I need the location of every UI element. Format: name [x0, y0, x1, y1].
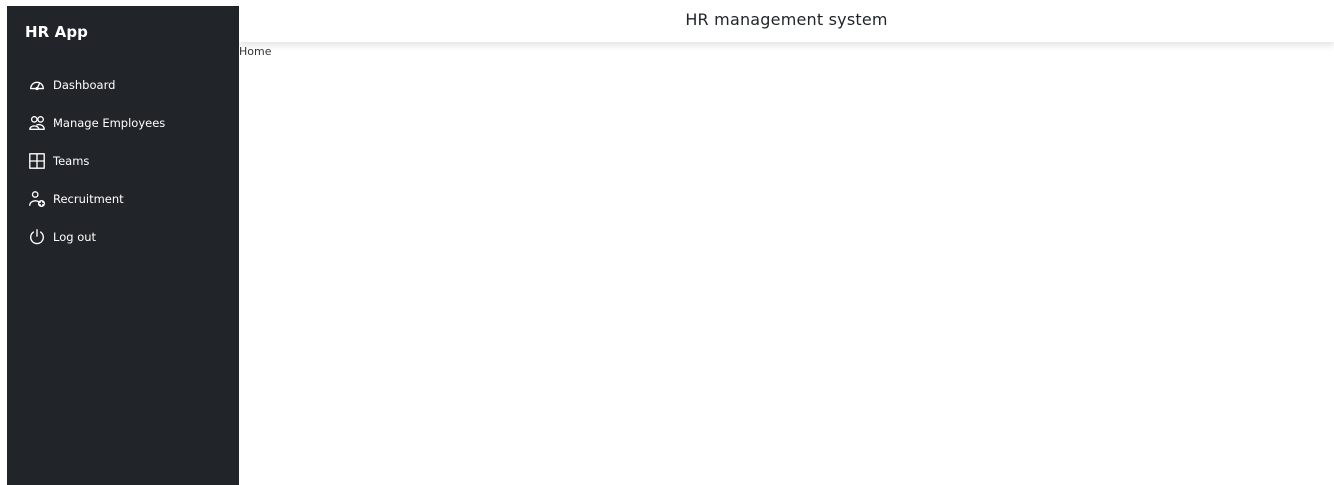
sidebar-nav: Dashboard Manage Employees Teams Recruit…	[7, 66, 239, 256]
sidebar-item-manage-employees[interactable]: Manage Employees	[7, 104, 239, 142]
sidebar-item-teams[interactable]: Teams	[7, 142, 239, 180]
sidebar-item-label: Dashboard	[53, 78, 116, 92]
sidebar-item-label: Manage Employees	[53, 116, 166, 130]
sidebar-item-recruitment[interactable]: Recruitment	[7, 180, 239, 218]
sidebar-item-label: Log out	[53, 230, 97, 244]
brand-title: HR App	[25, 23, 89, 41]
app-root: HR App Dashboard Manage Employees Teams …	[0, 0, 1334, 485]
page-title: HR management system	[685, 10, 888, 29]
sidebar-item-dashboard[interactable]: Dashboard	[7, 66, 239, 104]
power-icon	[27, 227, 47, 247]
breadcrumb: Home	[239, 45, 271, 58]
breadcrumb-home[interactable]: Home	[239, 45, 271, 58]
dashboard-gauge-icon	[27, 75, 47, 95]
sidebar: HR App Dashboard Manage Employees Teams …	[7, 6, 239, 485]
people-icon	[27, 113, 47, 133]
top-header: HR management system	[239, 0, 1334, 42]
sidebar-item-logout[interactable]: Log out	[7, 218, 239, 256]
sidebar-item-label: Recruitment	[53, 192, 124, 206]
layout-grid-icon	[27, 151, 47, 171]
person-add-icon	[27, 189, 47, 209]
sidebar-item-label: Teams	[53, 154, 90, 168]
